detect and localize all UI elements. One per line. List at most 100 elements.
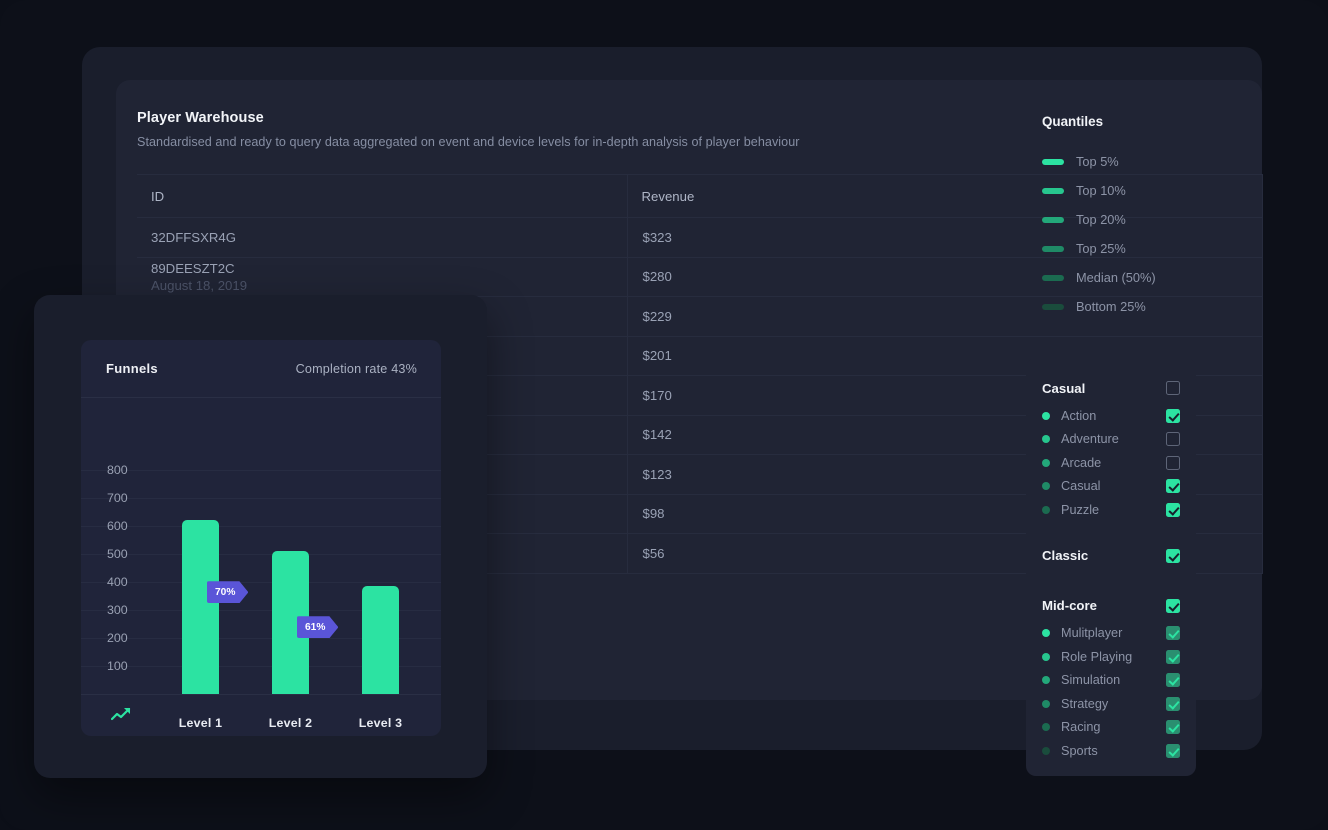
category-group-label: Casual — [1042, 380, 1086, 396]
quantile-label: Top 25% — [1076, 241, 1126, 256]
category-dot-icon — [1042, 411, 1050, 420]
y-axis-tick-label: 600 — [107, 519, 128, 533]
category-group-casual[interactable]: Casual — [1042, 372, 1180, 404]
category-group-checkbox[interactable] — [1166, 381, 1180, 395]
category-item[interactable]: Simulation — [1042, 669, 1180, 693]
quantile-label: Top 20% — [1076, 212, 1126, 227]
cell-id: 89DEESZT2C August 18, 2019 — [137, 257, 628, 297]
category-dot-icon — [1042, 746, 1050, 755]
quantile-legend-item[interactable]: Top 10% — [1042, 176, 1262, 205]
conversion-rate-badge: 70% — [207, 581, 248, 603]
category-group-spacer — [1042, 572, 1180, 590]
x-axis-category-label: Level 1 — [178, 716, 223, 730]
category-item[interactable]: Arcade — [1042, 451, 1180, 475]
y-axis-tick-label: 300 — [107, 603, 128, 617]
category-group-label: Classic — [1042, 548, 1089, 563]
category-item[interactable]: Action — [1042, 404, 1180, 428]
quantile-swatch-icon — [1042, 187, 1064, 194]
category-item-checkbox[interactable] — [1166, 408, 1180, 423]
category-group-label: Mid-core — [1042, 598, 1097, 613]
quantile-label: Top 10% — [1076, 183, 1126, 198]
quantiles-title: Quantiles — [1042, 114, 1104, 129]
quantile-legend-item[interactable]: Top 5% — [1042, 147, 1262, 176]
category-item-checkbox[interactable] — [1166, 455, 1180, 470]
category-item-label: Mulitplayer — [1061, 626, 1123, 641]
category-group-mid-core[interactable]: Mid-core — [1042, 590, 1180, 622]
quantile-label: Median (50%) — [1076, 270, 1156, 285]
category-dot-icon — [1042, 629, 1050, 638]
category-item-checkbox[interactable] — [1166, 743, 1180, 758]
quantile-label: Bottom 25% — [1076, 299, 1146, 314]
category-item-label: Sports — [1061, 743, 1098, 758]
category-item-label: Racing — [1061, 720, 1101, 735]
funnels-header: Funnels Completion rate 43% — [81, 340, 441, 398]
chart-gridline — [81, 554, 441, 555]
chart-bar[interactable] — [362, 586, 399, 694]
chart-gridline — [81, 526, 441, 527]
category-item-checkbox[interactable] — [1166, 696, 1180, 711]
category-dot-icon — [1042, 435, 1050, 444]
y-axis-tick-label: 500 — [107, 547, 128, 561]
quantiles-legend: Quantiles Top 5% Top 10% Top 20% Top 25% Med… — [1042, 114, 1262, 321]
category-item[interactable]: Mulitplayer — [1042, 622, 1180, 646]
quantile-swatch-icon — [1042, 216, 1064, 223]
category-dot-icon — [1042, 458, 1050, 467]
chart-gridline — [81, 498, 441, 499]
completion-rate-label: Completion rate 43% — [295, 361, 417, 376]
cell-id: 32DFFSXR4G — [137, 217, 628, 258]
category-item[interactable]: Sports — [1042, 739, 1180, 763]
category-item[interactable]: Strategy — [1042, 692, 1180, 716]
quantile-swatch-icon — [1042, 274, 1064, 281]
category-dot-icon — [1042, 652, 1050, 661]
category-item-label: Adventure — [1061, 432, 1119, 447]
x-axis-category-label: Level 3 — [358, 716, 403, 730]
funnels-title: Funnels — [106, 361, 158, 376]
category-item-checkbox[interactable] — [1166, 626, 1180, 641]
category-item[interactable]: Adventure — [1042, 428, 1180, 452]
category-item-label: Role Playing — [1061, 649, 1133, 664]
quantile-swatch-icon — [1042, 245, 1064, 252]
quantile-legend-item[interactable]: Median (50%) — [1042, 263, 1262, 292]
category-item-label: Strategy — [1061, 696, 1109, 711]
category-group-classic[interactable]: Classic — [1042, 540, 1180, 572]
category-dot-icon — [1042, 505, 1050, 514]
category-group-checkbox[interactable] — [1166, 598, 1180, 613]
category-group-spacer — [1042, 522, 1180, 540]
category-dot-icon — [1042, 699, 1050, 708]
categories-panel: Casual Action Adventure Arcade Casual Puzzle C… — [1026, 358, 1196, 776]
category-item-checkbox[interactable] — [1166, 720, 1180, 735]
quantile-swatch-icon — [1042, 158, 1064, 165]
quantile-legend-item[interactable]: Top 20% — [1042, 205, 1262, 234]
category-item-label: Action — [1061, 408, 1097, 423]
category-item-checkbox[interactable] — [1166, 649, 1180, 664]
category-dot-icon — [1042, 723, 1050, 732]
category-item[interactable]: Casual — [1042, 475, 1180, 499]
quantile-legend-item[interactable]: Top 25% — [1042, 234, 1262, 263]
category-dot-icon — [1042, 482, 1050, 491]
category-item-checkbox[interactable] — [1166, 502, 1180, 517]
quantile-swatch-icon — [1042, 303, 1064, 310]
category-group-checkbox[interactable] — [1166, 548, 1180, 563]
column-header-id[interactable]: ID — [137, 174, 628, 218]
category-item[interactable]: Role Playing — [1042, 645, 1180, 669]
category-item-label: Simulation — [1061, 673, 1121, 688]
conversion-rate-badge: 61% — [297, 616, 338, 638]
y-axis-tick-label: 800 — [107, 463, 128, 477]
category-item-checkbox[interactable] — [1166, 479, 1180, 494]
y-axis-tick-label: 100 — [107, 659, 128, 673]
quantile-legend-item[interactable]: Bottom 25% — [1042, 292, 1262, 321]
chart-bar[interactable] — [182, 520, 219, 694]
category-item-checkbox[interactable] — [1166, 432, 1180, 447]
chart-axis-line — [81, 694, 441, 695]
trending-up-icon[interactable] — [110, 706, 133, 727]
y-axis-tick-label: 400 — [107, 575, 128, 589]
y-axis-tick-label: 200 — [107, 631, 128, 645]
funnels-bar-chart: 100 200 300 400 500 600 700 800 Level 1 Level 2 Le… — [81, 398, 441, 736]
chart-gridline — [81, 470, 441, 471]
y-axis-tick-label: 700 — [107, 491, 128, 505]
category-item[interactable]: Racing — [1042, 716, 1180, 740]
category-item[interactable]: Puzzle — [1042, 498, 1180, 522]
category-item-checkbox[interactable] — [1166, 673, 1180, 688]
chart-gridline — [81, 582, 441, 583]
category-item-label: Casual — [1061, 479, 1101, 494]
